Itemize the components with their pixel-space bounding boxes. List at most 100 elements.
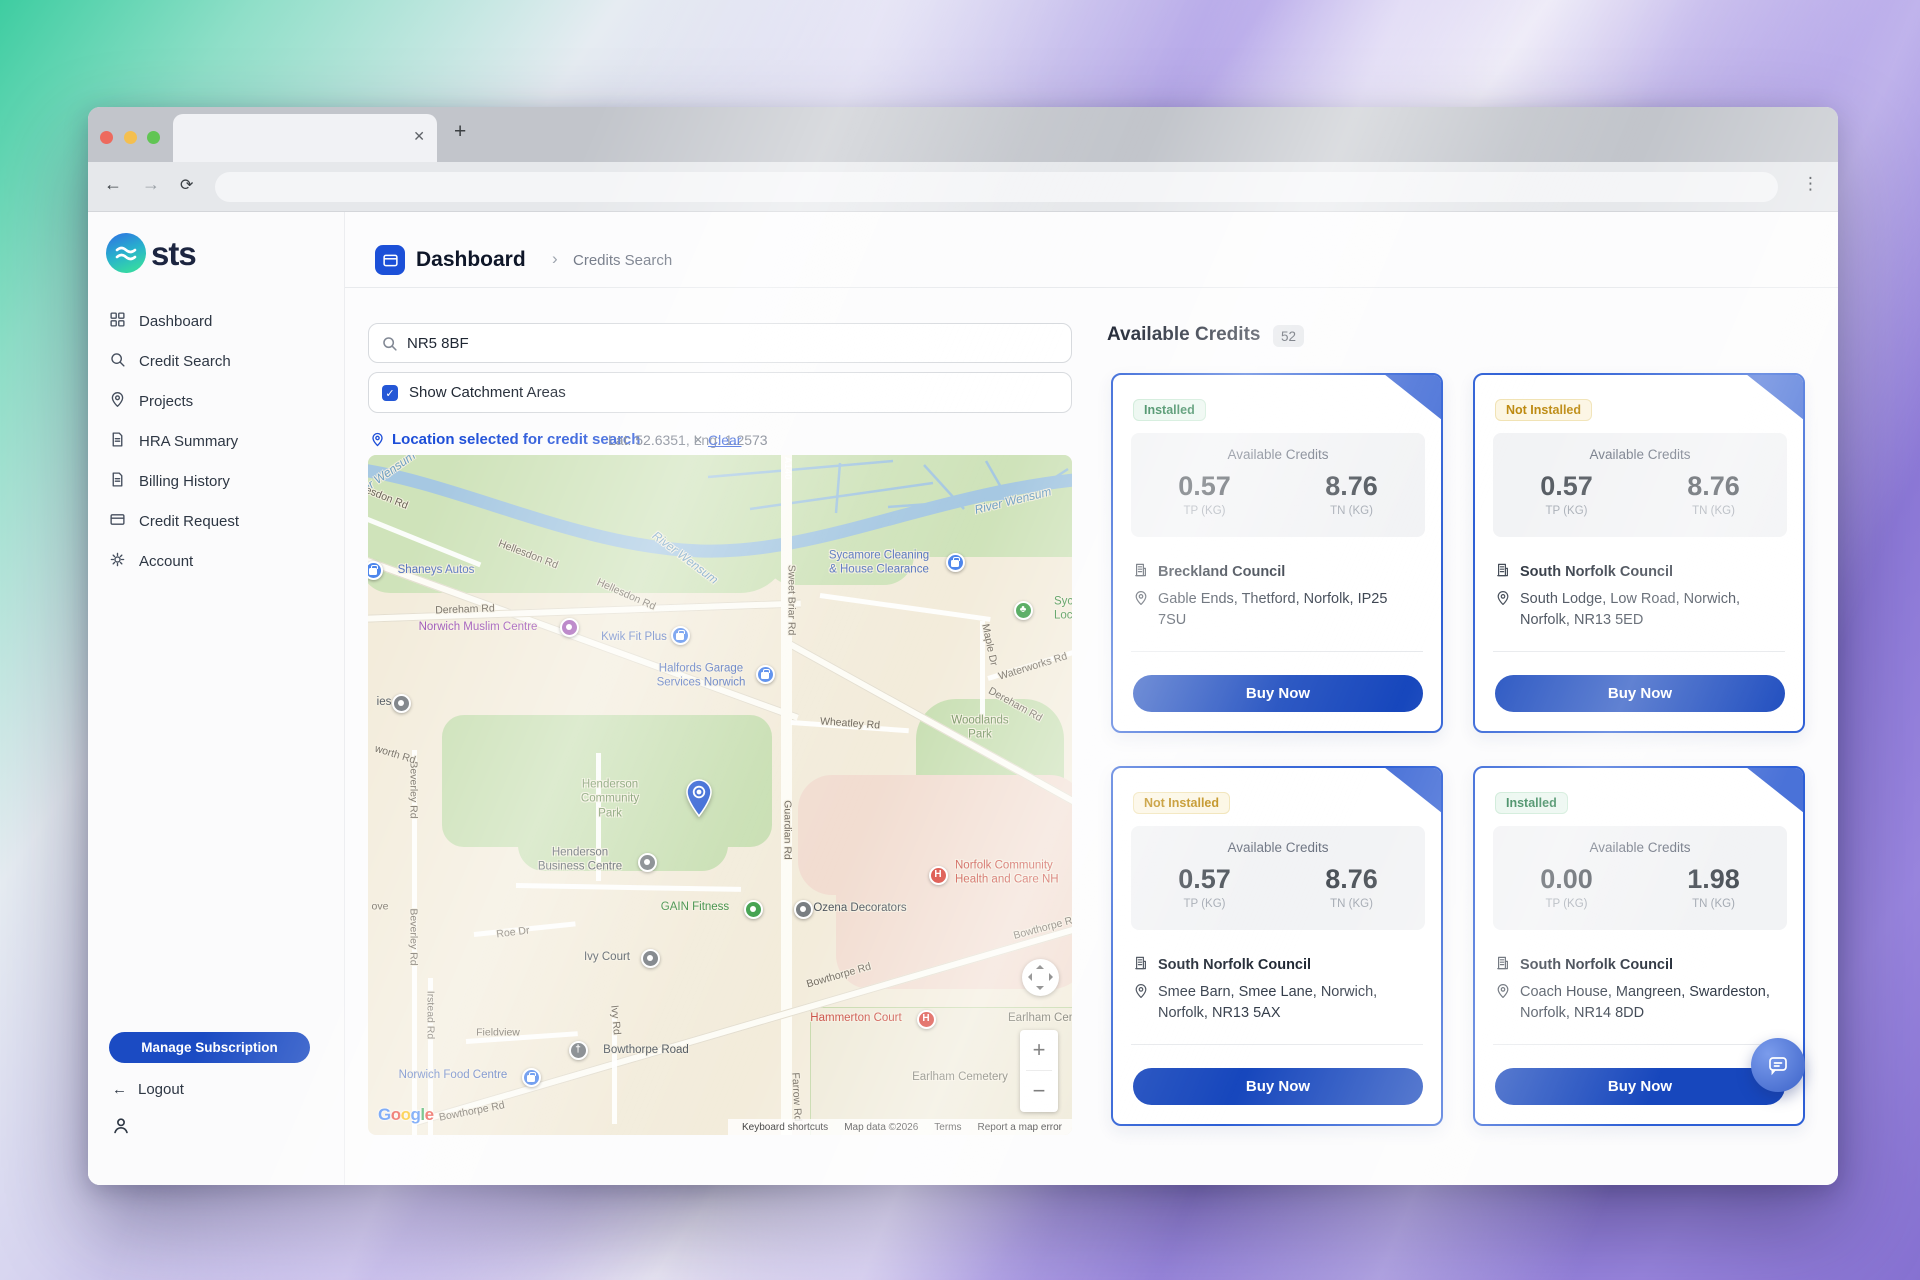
building-icon [1133,561,1149,582]
map-label: Halfords GarageServices Norwich [657,662,746,691]
address-bar[interactable] [215,172,1778,202]
sidebar-item-account[interactable]: Account [88,541,344,581]
map-label: Fieldview [476,1026,520,1039]
map-label: HendersonCommunityPark [581,777,639,820]
map-label: Kwik Fit Plus [601,630,667,644]
catchment-label: Show Catchment Areas [409,384,566,401]
minimize-window-button[interactable] [124,131,137,144]
map-label: worth Rd [373,743,417,768]
map-label: Dereham Rd [435,602,495,617]
card-fold-corner [1746,767,1804,813]
sidebar-item-projects[interactable]: Projects [88,381,344,421]
chat-fab-button[interactable] [1751,1038,1805,1092]
sidebar-item-label: Account [139,553,193,570]
card-divider [1493,651,1785,652]
dashboard-icon [375,245,405,275]
tp-value: 0.57 [1131,864,1278,895]
map-label: Ozena Decorators [813,901,906,915]
buy-now-button[interactable]: Buy Now [1495,1068,1785,1105]
location-selected-row: Location selected for credit search Lat:… [370,431,1072,451]
buy-now-button[interactable]: Buy Now [1133,675,1423,712]
postcode-search-field[interactable] [368,323,1072,363]
building-icon [1495,954,1511,975]
site-address: Gable Ends, Thetford, Norfolk, IP25 7SU [1158,589,1411,631]
page-title: Dashboard [416,248,526,272]
search-icon [381,335,398,352]
sidebar-item-dashboard[interactable]: Dashboard [88,301,344,341]
report-map-error-link[interactable]: Report a map error [978,1122,1062,1133]
available-credits-title: Available Credits [1107,324,1260,346]
tp-value: 0.57 [1131,471,1278,502]
map-label: SycamoreLocation [1054,595,1072,624]
map-label: Norwich Food Centre [399,1068,508,1082]
map-label: Hammerton Court [810,1011,901,1025]
gray-poi-marker [638,853,657,872]
clear-location-link[interactable]: Clear [708,432,741,448]
tab-close-icon[interactable]: ✕ [413,128,425,145]
forward-button[interactable]: → [142,174,160,195]
shop-poi-marker [368,561,383,580]
sidebar-item-label: Projects [139,393,193,410]
search-input[interactable] [407,324,1047,362]
app-content: sts DashboardCredit SearchProjectsHRA Su… [88,212,1838,1185]
sidebar-item-billing-history[interactable]: Billing History [88,461,344,501]
reload-button[interactable]: ⟳ [180,175,193,195]
header-divider [345,287,1838,288]
map-pin-icon [1495,589,1511,631]
gray-poi-marker [794,900,813,919]
browser-tab[interactable]: ✕ [173,114,437,162]
chevron-right-icon: › [552,249,558,269]
user-icon[interactable] [110,1115,132,1142]
manage-subscription-button[interactable]: Manage Subscription [109,1032,310,1063]
sidebar-nav: Dashboard Credit Search Projects HRA Summar… [88,301,344,581]
logout-button[interactable]: ← Logout [112,1081,184,1098]
terms-link[interactable]: Terms [934,1122,961,1133]
gray-poi-marker [392,694,411,713]
map-label: Sycamore Cleaning& House Clearance [829,549,929,578]
site-address: Smee Barn, Smee Lane, Norwich, Norfolk, … [1158,982,1411,1024]
tn-label: TN (KG) [1278,505,1425,517]
sidebar-item-credit-request[interactable]: Credit Request [88,501,344,541]
keyboard-shortcuts-link[interactable]: Keyboard shortcuts [742,1122,828,1133]
card-box-title: Available Credits [1493,840,1787,855]
breadcrumb-credits-search[interactable]: Credits Search [573,252,672,269]
new-tab-button[interactable]: + [454,120,466,144]
hospital-poi-marker: H [929,866,948,885]
credit-card-icon [109,511,126,532]
sidebar-item-hra-summary[interactable]: HRA Summary [88,421,344,461]
shop-poi-marker [946,553,965,572]
map-zoom-in[interactable]: + [1020,1030,1058,1070]
credit-card: Not InstalledAvailable Credits0.57TP (KG… [1111,766,1443,1126]
available-credits-box: Available Credits0.57TP (KG)8.76TN (KG) [1131,433,1425,537]
logout-label: Logout [138,1081,184,1098]
selected-location-pin [686,779,712,822]
council-name: South Norfolk Council [1158,957,1311,973]
map-label: Earlham Cemetery [912,1070,1008,1084]
map-label: HendersonBusiness Centre [538,846,622,875]
sidebar-item-label: Credit Search [139,353,231,370]
credit-cards-grid: InstalledAvailable Credits0.57TP (KG)8.7… [1111,373,1805,1126]
maximize-window-button[interactable] [147,131,160,144]
buy-now-button[interactable]: Buy Now [1133,1068,1423,1105]
map-label: Irstead Rd [423,991,436,1039]
back-button[interactable]: ← [104,174,122,195]
logout-arrow-icon: ← [112,1081,127,1098]
browser-menu-icon[interactable]: ⋮ [1802,174,1819,194]
map-zoom-out[interactable]: − [1020,1071,1058,1111]
map-label: Roe Dr [496,924,531,941]
map-zoom-control: + − [1020,1030,1058,1112]
tp-label: TP (KG) [1131,898,1278,910]
clear-x-icon[interactable]: ✕ [693,433,703,447]
map-label: ove [372,900,389,913]
buy-now-button[interactable]: Buy Now [1495,675,1785,712]
map-pan-control[interactable] [1022,959,1059,996]
browser-window: ✕ + ← → ⟳ ⋮ sts DashboardCredit Search [88,107,1838,1185]
close-window-button[interactable] [100,131,113,144]
map-canvas[interactable]: River WensumHellesdon RdHellesdon RdHell… [368,455,1072,1135]
sidebar-item-credit-search[interactable]: Credit Search [88,341,344,381]
sts-logo-icon [106,233,146,273]
tn-label: TN (KG) [1640,505,1787,517]
show-catchment-checkbox[interactable]: ✓ [382,385,398,401]
tp-label: TP (KG) [1493,898,1640,910]
map-label: Ivy Court [584,950,630,964]
